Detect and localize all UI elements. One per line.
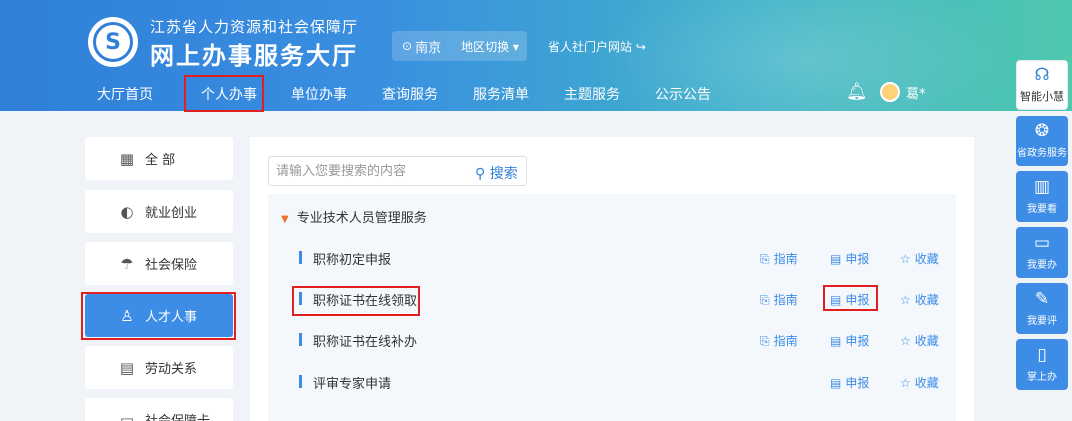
sidebar-item-social-insurance[interactable]: ☂ 社会保险 xyxy=(85,242,233,285)
apply-icon: ▤ xyxy=(830,376,842,390)
region-switch[interactable]: 地区切换 ▾ xyxy=(461,38,519,55)
service-name[interactable]: 职称初定申报 xyxy=(313,249,391,268)
triangle-down-icon: ▼ xyxy=(281,214,289,225)
guide-icon: ⎘ xyxy=(760,293,770,307)
star-icon: ☆ xyxy=(900,334,911,348)
service-name[interactable]: 职称证书在线补办 xyxy=(313,331,417,350)
guide-link[interactable]: ⎘ 指南 xyxy=(760,250,798,267)
location-pin-icon: ⊙ xyxy=(402,39,413,53)
apply-icon: ▤ xyxy=(830,252,842,266)
sidebar-item-card[interactable]: ▭社会保障卡 xyxy=(85,398,233,421)
location-selector[interactable]: ⊙ 南京 地区切换 ▾ xyxy=(392,31,527,61)
evaluate-button[interactable]: ✎ 我要评 xyxy=(1016,283,1068,334)
guide-icon: ⎘ xyxy=(760,252,770,266)
current-city: 南京 xyxy=(415,40,442,56)
username[interactable]: 葛* xyxy=(906,83,926,102)
row-marker xyxy=(299,333,302,346)
sidebar-item-employment[interactable]: ◐ 就业创业 xyxy=(85,190,233,233)
star-icon: ☆ xyxy=(900,293,911,307)
phone-icon: ▯ xyxy=(1037,344,1047,365)
bell-icon[interactable]: 🔔︎ xyxy=(846,82,868,102)
view-button[interactable]: ▥ 我要看 xyxy=(1016,171,1068,222)
gov-service-button[interactable]: ❂ 省政务服务 xyxy=(1016,116,1068,166)
search-input[interactable] xyxy=(276,161,466,181)
star-icon: ☆ xyxy=(900,252,911,266)
nav-home[interactable]: 大厅首页 xyxy=(97,84,153,104)
service-name[interactable]: 评审专家申请 xyxy=(313,373,391,392)
edit-icon: ✎ xyxy=(1034,288,1050,309)
nav-personal-highlight xyxy=(184,75,264,112)
apply-link[interactable]: ▤ 申报 xyxy=(830,332,869,349)
umbrella-icon: ☂ xyxy=(120,254,134,273)
monitor-icon: ▭ xyxy=(1033,232,1051,253)
grid-icon: ▦ xyxy=(119,149,135,168)
nav-service-list[interactable]: 服务清单 xyxy=(473,84,529,104)
sidebar-talent-highlight xyxy=(81,292,236,340)
mobile-button[interactable]: ▯ 掌上办 xyxy=(1016,339,1068,390)
star-icon: ☆ xyxy=(900,376,911,390)
service-row: 职称证书在线补办 ⎘ 指南 ▤ 申报 ☆ 收藏 xyxy=(268,320,956,360)
nav-query[interactable]: 查询服务 xyxy=(382,84,438,104)
apply-link[interactable]: ▤ 申报 xyxy=(830,250,869,267)
avatar[interactable] xyxy=(880,82,900,102)
service-row: 职称初定申报 ⎘ 指南 ▤ 申报 ☆ 收藏 xyxy=(268,238,956,278)
sidebar-item-all[interactable]: ▦ 全 部 xyxy=(85,137,233,180)
book-icon: ▥ xyxy=(1033,176,1051,197)
row-marker xyxy=(299,251,302,264)
guide-link[interactable]: ⎘ 指南 xyxy=(760,332,798,349)
search-box: ⚲ 搜索 xyxy=(268,156,527,186)
favorite-link[interactable]: ☆ 收藏 xyxy=(900,291,939,308)
favorite-link[interactable]: ☆ 收藏 xyxy=(900,332,939,349)
guide-link[interactable]: ⎘ 指南 xyxy=(760,291,798,308)
card-icon: ▭ xyxy=(119,410,135,421)
hall-title: 网上办事服务大厅 xyxy=(150,42,358,70)
handle-button[interactable]: ▭ 我要办 xyxy=(1016,227,1068,278)
search-icon: ⚲ xyxy=(475,166,486,182)
row-marker xyxy=(299,375,302,388)
nav-announcement[interactable]: 公示公告 xyxy=(655,84,711,104)
category-header[interactable]: ▼ 专业技术人员管理服务 xyxy=(281,207,427,226)
guide-icon: ⎘ xyxy=(760,334,770,348)
logo-s-icon: S xyxy=(93,22,133,62)
search-button[interactable]: ⚲ 搜索 xyxy=(475,163,518,183)
apply-link[interactable]: ▤ 申报 xyxy=(830,374,869,391)
hrss-logo[interactable]: S xyxy=(88,17,138,67)
apply-icon: ▤ xyxy=(830,334,842,348)
sidebar-item-labor[interactable]: ▤ 劳动关系 xyxy=(85,346,233,389)
apply-highlight xyxy=(823,285,878,311)
document-icon: ▤ xyxy=(119,358,135,377)
favorite-link[interactable]: ☆ 收藏 xyxy=(900,250,939,267)
gov-service-logo-icon: ❂ xyxy=(1034,121,1050,141)
nav-company[interactable]: 单位办事 xyxy=(291,84,347,104)
nav-theme[interactable]: 主题服务 xyxy=(564,84,620,104)
row-name-highlight xyxy=(292,286,420,316)
org-name: 江苏省人力资源和社会保障厅 xyxy=(150,18,359,36)
portal-link[interactable]: 省人社门户网站 ↪ xyxy=(548,38,646,55)
favorite-link[interactable]: ☆ 收藏 xyxy=(900,374,939,391)
headset-icon: ☊ xyxy=(1034,64,1050,85)
service-row: 评审专家申请 ▤ 申报 ☆ 收藏 xyxy=(268,362,956,402)
smart-assistant-button[interactable]: ☊ 智能小慧 xyxy=(1016,60,1068,110)
share-arrow-icon: ↪ xyxy=(635,40,646,54)
employment-icon: ◐ xyxy=(120,202,134,221)
